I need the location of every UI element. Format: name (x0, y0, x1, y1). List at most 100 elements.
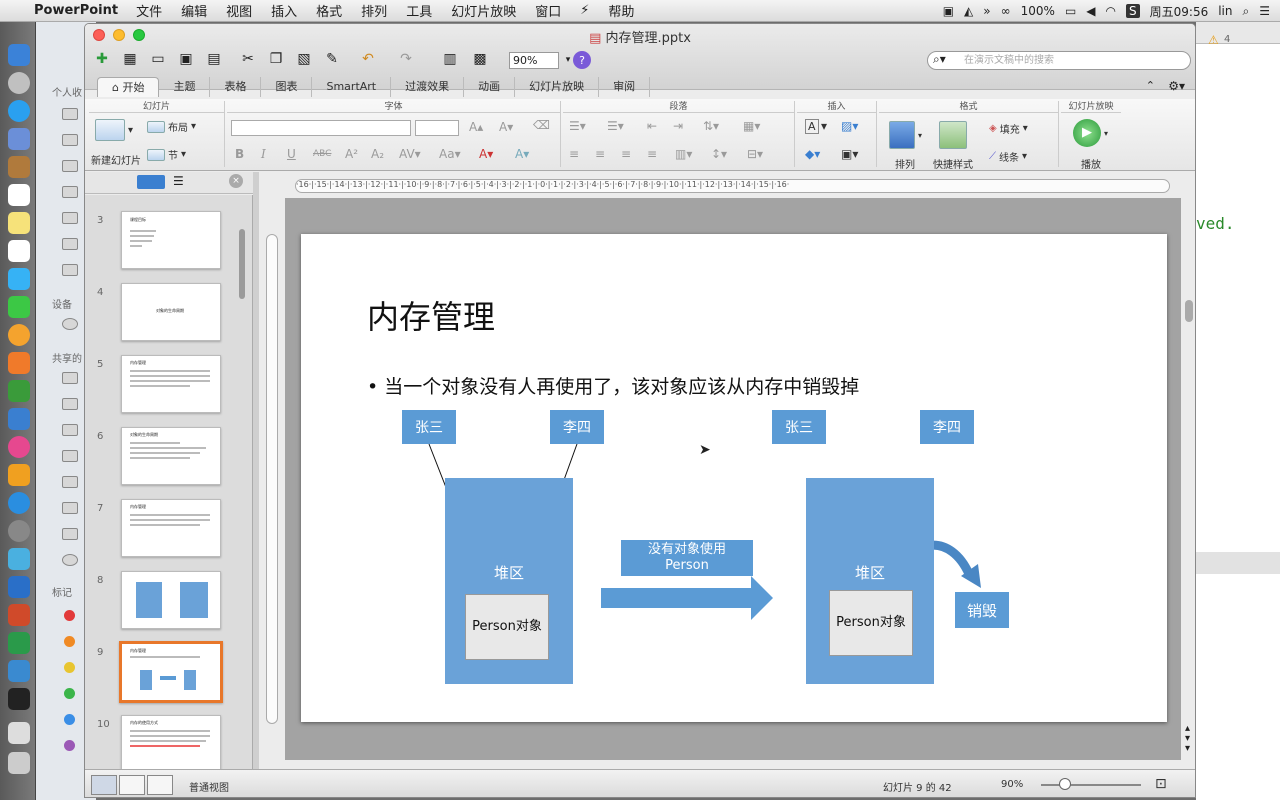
menu-help-icon[interactable]: ⚡ (580, 3, 589, 18)
spotlight-icon[interactable]: ⌕ (1243, 4, 1250, 19)
shared-computer-icon[interactable] (62, 424, 78, 436)
person-object-left[interactable]: Person对象 (465, 594, 549, 660)
close-pane-icon[interactable]: × (229, 174, 243, 188)
menu-format[interactable]: 格式 (316, 1, 342, 20)
contacts-icon[interactable] (8, 156, 30, 178)
person-box-lisi-left[interactable]: 李四 (550, 410, 604, 444)
smartart-convert-icon[interactable]: ▦▾ (743, 119, 760, 133)
slide-thumbnail[interactable] (121, 571, 221, 629)
shared-computer-icon[interactable] (62, 476, 78, 488)
tag-blue[interactable] (64, 714, 75, 725)
slide-thumbnail-selected[interactable]: 内存管理 (119, 641, 223, 703)
zoom-select[interactable]: 90% (509, 52, 559, 69)
tag-red[interactable] (64, 610, 75, 621)
warning-icon[interactable]: ⚠ (1208, 33, 1219, 47)
undo-icon[interactable]: ↶ (357, 48, 379, 70)
redo-icon[interactable]: ↷ (395, 48, 417, 70)
person-object-right[interactable]: Person对象 (829, 590, 913, 656)
messages-icon[interactable] (8, 268, 30, 290)
canvas-scrollbar[interactable] (1185, 300, 1193, 322)
slide-bullet[interactable]: • 当一个对象没有人再使用了，该对象应该从内存中销毁掉 (367, 372, 859, 399)
sorter-view-button[interactable] (119, 775, 145, 795)
pages-icon[interactable] (8, 352, 30, 374)
slide-thumbnail[interactable]: 内存的使用方式 (121, 715, 221, 769)
open-folder-icon[interactable]: ▭ (147, 48, 169, 70)
finder-icon[interactable] (8, 44, 30, 66)
launchpad-icon[interactable] (8, 72, 30, 94)
slides-view-icon[interactable] (137, 175, 165, 189)
picture-icon[interactable]: ▨▾ (841, 119, 858, 133)
play-button[interactable]: ▶ ▾ (1073, 119, 1108, 147)
print-icon[interactable]: ▤ (203, 48, 225, 70)
new-document-icon[interactable]: ✚ (91, 48, 113, 70)
facetime-icon[interactable] (8, 296, 30, 318)
battery-icon[interactable]: ▭ (1065, 4, 1076, 18)
sync-icon[interactable]: » (983, 4, 990, 18)
new-slide-button[interactable]: ▾ (95, 119, 133, 141)
superscript-icon[interactable]: A² (345, 147, 358, 161)
menu-arrange[interactable]: 排列 (361, 1, 387, 20)
menu-help[interactable]: 帮助 (608, 1, 634, 20)
destroy-box[interactable]: 销毁 (955, 592, 1009, 628)
no-reference-label[interactable]: 没有对象使用Person (621, 540, 753, 576)
tab-charts[interactable]: 图表 (261, 77, 313, 97)
media-browser-icon[interactable]: ▩ (469, 48, 491, 70)
char-spacing-icon[interactable]: AV▾ (399, 147, 421, 161)
safari-icon[interactable] (8, 100, 30, 122)
layout-button[interactable]: 布局 ▾ (147, 119, 196, 134)
documents-icon[interactable] (62, 238, 78, 250)
outline-view-icon[interactable]: ☰ (173, 174, 184, 188)
gallery-icon[interactable]: ▦ (119, 48, 141, 70)
tag-purple[interactable] (64, 740, 75, 751)
notes-icon[interactable] (8, 212, 30, 234)
notification-icon[interactable]: ☰ (1259, 4, 1270, 18)
tab-home[interactable]: ⌂ 开始 (97, 77, 160, 97)
quick-styles-button[interactable] (939, 121, 967, 149)
slide-thumbnail[interactable]: 内存管理 (121, 355, 221, 413)
menu-tools[interactable]: 工具 (406, 1, 432, 20)
battery-level[interactable]: 100% (1021, 4, 1055, 18)
chevron-down-icon[interactable]: ▾ (821, 119, 827, 133)
globe-icon[interactable] (62, 554, 78, 566)
columns-icon[interactable]: ▥▾ (675, 147, 692, 161)
copy-icon[interactable]: ❐ (265, 48, 287, 70)
binoculars-icon[interactable]: ∞ (1001, 4, 1011, 18)
bullets-icon[interactable]: ☰▾ (569, 119, 586, 133)
subscript-icon[interactable]: A₂ (371, 147, 384, 161)
paste-icon[interactable]: ▧ (293, 48, 315, 70)
bold-icon[interactable]: B (235, 147, 244, 161)
shared-computer-icon[interactable] (62, 372, 78, 384)
tag-orange[interactable] (64, 636, 75, 647)
finder-item-icon[interactable] (62, 108, 78, 120)
search-input[interactable]: 在演示文稿中的搜索 (927, 51, 1191, 70)
calendar-icon[interactable] (8, 184, 30, 206)
tag-green[interactable] (64, 688, 75, 699)
tab-slideshow[interactable]: 幻灯片放映 (515, 77, 600, 97)
zoom-slider-knob[interactable] (1059, 778, 1071, 790)
collapse-ribbon-icon[interactable]: ⌃ (1146, 79, 1155, 92)
zoom-slider[interactable] (1041, 784, 1141, 786)
text-effects-icon[interactable]: A▾ (515, 147, 529, 161)
tab-transitions[interactable]: 过渡效果 (391, 77, 465, 97)
format-painter-icon[interactable]: ✎ (321, 48, 343, 70)
line-button[interactable]: ⟋ 线条 ▾ (989, 149, 1027, 164)
numbers-icon[interactable] (8, 380, 30, 402)
decrease-indent-icon[interactable]: ⇤ (647, 119, 657, 133)
font-size-input[interactable] (415, 120, 459, 136)
tab-tables[interactable]: 表格 (210, 77, 262, 97)
tab-themes[interactable]: 主题 (159, 77, 211, 97)
strikethrough-icon[interactable]: ABC (313, 149, 331, 159)
appstore-icon[interactable] (8, 492, 30, 514)
menu-insert[interactable]: 插入 (271, 1, 297, 20)
shared-computer-icon[interactable] (62, 502, 78, 514)
change-case-icon[interactable]: Aa▾ (439, 147, 461, 161)
line-spacing-icon[interactable]: ↕▾ (711, 147, 727, 161)
shared-computer-icon[interactable] (62, 528, 78, 540)
arrange-button[interactable]: ▾ (889, 121, 922, 149)
photos-icon[interactable] (8, 324, 30, 346)
slide[interactable]: 内存管理 • 当一个对象没有人再使用了，该对象应该从内存中销毁掉 张三 李四 堆… (301, 234, 1167, 722)
menu-window[interactable]: 窗口 (535, 1, 561, 20)
slide-gallery-icon[interactable]: ▥ (439, 48, 461, 70)
slide-thumbnail[interactable]: 对象的生命周期 (121, 283, 221, 341)
align-center-icon[interactable]: ≡ (595, 147, 605, 161)
